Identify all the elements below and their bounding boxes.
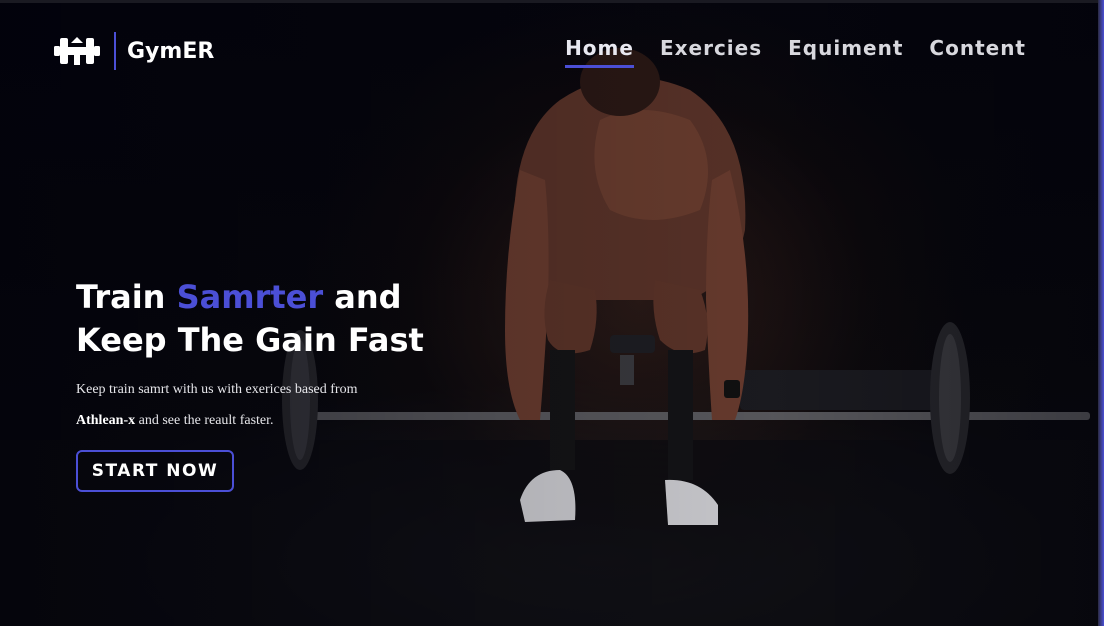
landing-page: GymER Home Exercies Equiment Content Tra… <box>0 0 1104 626</box>
brand-name: GymER <box>127 38 215 64</box>
nav-equipment[interactable]: Equiment <box>788 36 903 66</box>
hero-title-part1: Train <box>76 278 177 316</box>
start-now-button[interactable]: START NOW <box>76 450 234 492</box>
logo-divider <box>114 32 116 70</box>
hero-desc-part2: and see the reault faster. <box>135 413 274 428</box>
nav-content[interactable]: Content <box>929 36 1026 66</box>
hero-desc-bold: Athlean-x <box>76 413 136 428</box>
hero-description: Keep train samrt with us with exerices b… <box>76 374 386 436</box>
hero-title: Train Samrter and Keep The Gain Fast <box>76 276 496 362</box>
brand-logo[interactable]: GymER <box>54 32 214 70</box>
nav-exercises[interactable]: Exercies <box>660 36 762 66</box>
hero-title-accent: Samrter <box>176 278 324 316</box>
dumbbell-icon <box>54 33 100 69</box>
main-nav: Home Exercies Equiment Content <box>565 36 1026 68</box>
hero-desc-part1: Keep train samrt with us with exerices b… <box>76 382 358 397</box>
navbar: GymER Home Exercies Equiment Content <box>0 0 1104 100</box>
nav-home[interactable]: Home <box>565 36 634 68</box>
hero-section: Train Samrter and Keep The Gain Fast Kee… <box>76 276 496 492</box>
